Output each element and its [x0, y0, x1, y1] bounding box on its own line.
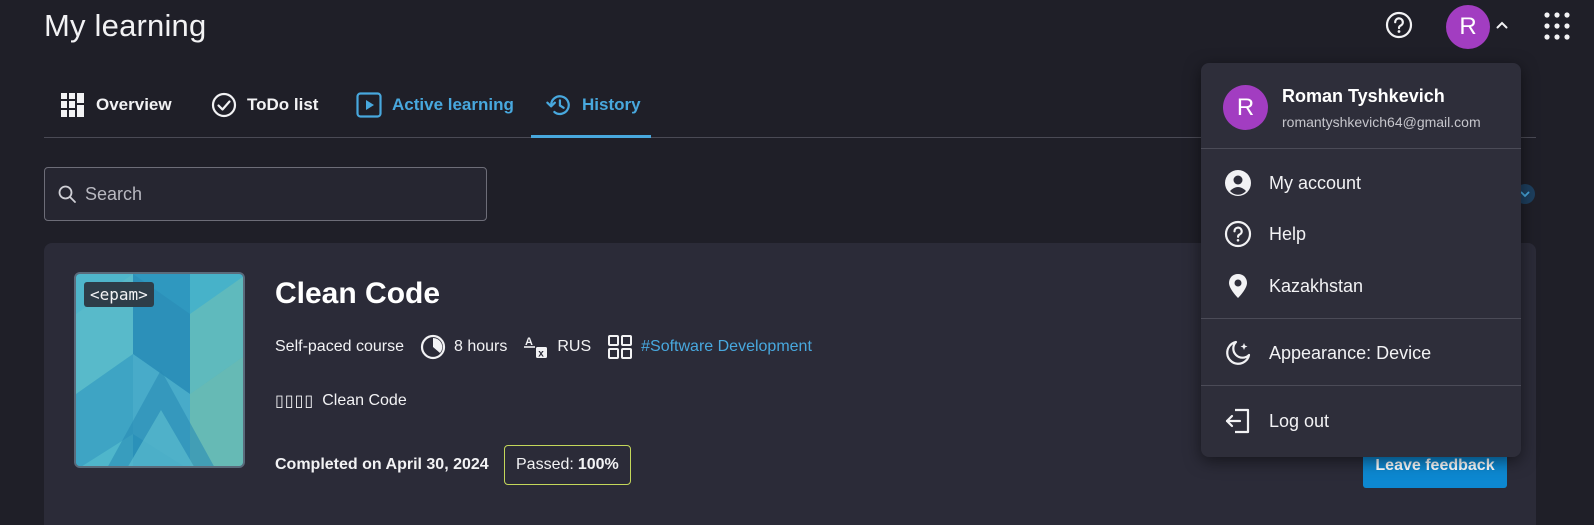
search-input[interactable]	[85, 183, 465, 205]
epam-logo: <epam>	[84, 282, 154, 307]
passed-value: 100%	[577, 456, 619, 473]
completion-date: Completed on April 30, 2024	[275, 456, 489, 473]
grid-dashboard-icon	[60, 92, 86, 118]
tab-todo-list[interactable]: ToDo list	[211, 72, 318, 137]
tab-history[interactable]: History	[546, 72, 641, 137]
moon-icon	[1223, 338, 1253, 368]
course-tag-link[interactable]: #Software Development	[641, 338, 812, 356]
apps-grid-icon[interactable]	[1543, 9, 1573, 43]
divider	[1201, 385, 1521, 386]
page-title: My learning	[44, 8, 207, 43]
account-header: R Roman Tyshkevich romantyshkevich64@gma…	[1201, 63, 1521, 148]
location-pin-icon	[1223, 271, 1253, 301]
tab-overview[interactable]: Overview	[60, 72, 172, 137]
chevron-up-icon[interactable]	[1495, 18, 1509, 32]
menu-item-log-out[interactable]: Log out	[1223, 401, 1503, 441]
course-category: #Software Development	[607, 334, 812, 360]
translate-icon: A x	[523, 334, 549, 360]
passed-label: Passed:	[516, 456, 574, 473]
tab-overview-label: Overview	[96, 94, 172, 114]
user-email: romantyshkevich64@gmail.com	[1282, 114, 1481, 130]
course-meta: Self-paced course 8 hours A x RUS #Softw…	[275, 331, 828, 363]
check-circle-icon	[211, 92, 237, 118]
search-box	[44, 167, 487, 221]
account-dropdown: R Roman Tyshkevich romantyshkevich64@gma…	[1201, 63, 1521, 457]
tab-active-learning-label: Active learning	[392, 94, 514, 114]
search-icon	[57, 184, 77, 204]
subtitle-glyphs: ▯▯▯▯	[275, 393, 315, 410]
course-title[interactable]: Clean Code	[275, 277, 440, 311]
help-circle-icon	[1223, 219, 1253, 249]
logout-icon	[1223, 406, 1253, 436]
divider	[1201, 148, 1521, 149]
category-grid-icon	[607, 334, 633, 360]
menu-item-my-account[interactable]: My account	[1223, 163, 1503, 203]
course-thumbnail: <epam>	[74, 272, 245, 468]
course-type: Self-paced course	[275, 338, 404, 355]
avatar-letter: R	[1459, 13, 1477, 40]
passed-badge: Passed: 100%	[504, 445, 631, 485]
tab-todo-list-label: ToDo list	[247, 94, 319, 114]
svg-text:x: x	[539, 348, 545, 359]
help-icon[interactable]	[1384, 10, 1414, 40]
menu-item-help[interactable]: Help	[1223, 214, 1503, 254]
menu-item-appearance[interactable]: Appearance: Device	[1223, 333, 1503, 373]
active-tab-indicator	[531, 135, 651, 138]
dropdown-avatar: R	[1223, 85, 1268, 130]
tab-active-learning[interactable]: Active learning	[356, 72, 514, 137]
user-name: Roman Tyshkevich	[1282, 86, 1445, 106]
subtitle-text: Clean Code	[322, 392, 407, 409]
history-icon	[546, 92, 572, 118]
course-subtitle: ▯▯▯▯ Clean Code	[275, 391, 407, 411]
menu-item-location[interactable]: Kazakhstan	[1223, 266, 1503, 306]
course-duration: 8 hours	[420, 334, 507, 360]
user-avatar[interactable]: R	[1446, 5, 1490, 49]
play-square-icon	[356, 91, 382, 118]
divider	[1201, 318, 1521, 319]
clock-pie-icon	[420, 334, 446, 360]
course-language: A x RUS	[523, 334, 592, 360]
tab-history-label: History	[582, 94, 641, 114]
account-circle-icon	[1223, 168, 1253, 198]
